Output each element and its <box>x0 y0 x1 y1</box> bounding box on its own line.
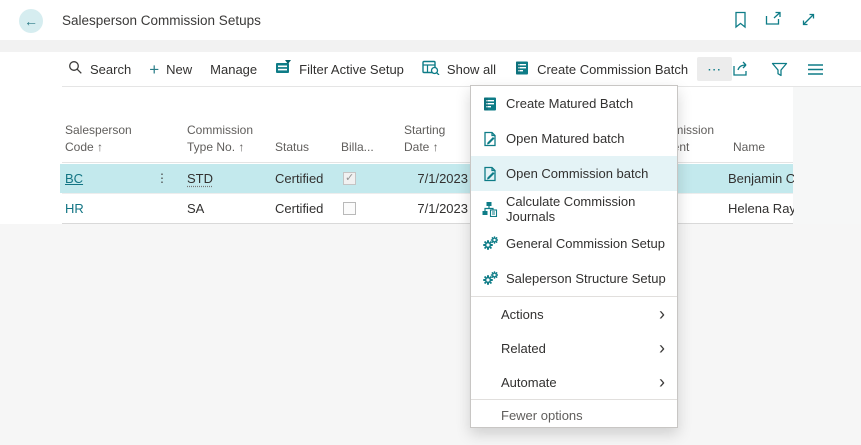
search-icon <box>68 60 83 78</box>
row-context-menu-icon[interactable]: ⋮ <box>155 164 169 193</box>
menu-item-label: Calculate Commission Journals <box>506 194 677 224</box>
cell-status[interactable]: Certified <box>275 194 335 223</box>
new-label: New <box>166 62 192 77</box>
action-toolbar: Search + New Manage Filter Active Setup … <box>0 52 861 86</box>
expand-resize-icon[interactable] <box>800 11 817 29</box>
back-button[interactable]: ← <box>19 9 43 33</box>
gears-icon <box>482 236 498 252</box>
menu-item-calculate-commission-journals[interactable]: Calculate Commission Journals <box>471 191 677 226</box>
column-header-starting-date[interactable]: Starting Date ↑ <box>404 122 462 156</box>
menu-item-actions[interactable]: Actions › <box>471 297 677 331</box>
cell-salesperson-code: BC <box>65 164 145 193</box>
title-bar: ← Salesperson Commission Setups <box>0 0 861 40</box>
grid-header-row: Salesperson Code ↑ Commission Type No. ↑… <box>0 100 861 162</box>
menu-item-label: Actions <box>501 307 544 322</box>
column-header-status[interactable]: Status <box>275 139 335 156</box>
menu-item-label: Create Matured Batch <box>506 96 633 111</box>
show-all-button[interactable]: Show all <box>413 55 505 83</box>
menu-item-saleperson-structure-setup[interactable]: Saleperson Structure Setup <box>471 261 677 296</box>
billable-checkbox[interactable] <box>343 202 356 215</box>
more-options-button[interactable]: ⋯ <box>697 57 732 81</box>
salesperson-code-link[interactable]: BC <box>65 171 83 186</box>
plus-icon: + <box>149 61 159 78</box>
filter-active-setup-label: Filter Active Setup <box>299 62 404 77</box>
column-header-salesperson-code[interactable]: Salesperson Code ↑ <box>65 122 149 156</box>
filter-funnel-icon[interactable] <box>771 62 788 77</box>
back-arrow-icon: ← <box>24 13 38 29</box>
share-icon[interactable] <box>732 61 752 77</box>
column-header-billable[interactable]: Billa... <box>341 139 391 156</box>
cell-starting-date[interactable]: 7/1/2023 <box>404 194 468 223</box>
cell-billable <box>343 194 383 223</box>
create-commission-batch-button[interactable]: Create Commission Batch <box>505 55 697 84</box>
billable-checkbox[interactable] <box>343 172 356 185</box>
manage-button[interactable]: Manage <box>201 57 266 82</box>
grid-bottom-border <box>62 223 793 224</box>
menu-item-open-commission-batch[interactable]: Open Commission batch <box>471 156 677 191</box>
menu-item-open-matured-batch[interactable]: Open Matured batch <box>471 121 677 156</box>
chevron-right-icon: › <box>659 339 665 357</box>
create-commission-batch-label: Create Commission Batch <box>537 62 688 77</box>
cell-name[interactable]: Benjamin Chiu <box>728 164 794 193</box>
cell-commission-type[interactable]: SA <box>187 194 267 223</box>
batch-icon <box>482 96 498 112</box>
menu-item-label: Automate <box>501 375 557 390</box>
page-title: Salesperson Commission Setups <box>62 13 261 28</box>
filter-setup-icon <box>275 60 292 78</box>
menu-item-fewer-options[interactable]: Fewer options <box>471 400 677 431</box>
cell-starting-date[interactable]: 7/1/2023 <box>404 164 468 193</box>
show-all-label: Show all <box>447 62 496 77</box>
page-background-bottom <box>0 224 861 445</box>
cell-billable <box>343 164 383 193</box>
salesperson-code-link[interactable]: HR <box>65 201 84 216</box>
filter-active-setup-button[interactable]: Filter Active Setup <box>266 55 413 83</box>
cell-salesperson-code: HR <box>65 194 145 223</box>
chevron-right-icon: › <box>659 305 665 323</box>
chevron-right-icon: › <box>659 373 665 391</box>
document-edit-icon <box>482 166 498 182</box>
grid-header-border <box>62 162 793 163</box>
show-all-icon <box>422 60 440 78</box>
menu-item-automate[interactable]: Automate › <box>471 365 677 399</box>
cell-commission-type[interactable]: STD <box>187 164 267 193</box>
menu-item-label: Open Commission batch <box>506 166 648 181</box>
hierarchy-icon <box>482 201 498 217</box>
more-options-dropdown-menu: Create Matured Batch Open Matured batch … <box>470 85 678 428</box>
menu-item-label: Saleperson Structure Setup <box>506 271 666 286</box>
manage-label: Manage <box>210 62 257 77</box>
list-options-icon[interactable] <box>807 63 824 76</box>
batch-icon <box>514 60 530 79</box>
menu-item-label: General Commission Setup <box>506 236 665 251</box>
cell-status[interactable]: Certified <box>275 164 335 193</box>
table-row[interactable]: BC ⋮ STD Certified 7/1/2023 Benjamin Chi… <box>60 164 793 193</box>
salesperson-commission-setups-page: ← Salesperson Commission Setups Search +… <box>0 0 861 445</box>
document-edit-icon <box>482 131 498 147</box>
table-row[interactable]: HR SA Certified 7/1/2023 Helena Ray <box>60 194 793 223</box>
menu-item-general-commission-setup[interactable]: General Commission Setup <box>471 226 677 261</box>
cell-name[interactable]: Helena Ray <box>728 194 794 223</box>
menu-item-label: Open Matured batch <box>506 131 625 146</box>
new-button[interactable]: + New <box>140 56 201 83</box>
menu-item-label: Related <box>501 341 546 356</box>
bookmark-icon[interactable] <box>733 11 748 29</box>
column-header-commission-type[interactable]: Commission Type No. ↑ <box>187 122 275 156</box>
open-in-new-window-icon[interactable] <box>765 11 783 29</box>
column-header-name[interactable]: Name <box>733 139 793 156</box>
search-button[interactable]: Search <box>59 55 140 83</box>
menu-item-related[interactable]: Related › <box>471 331 677 365</box>
menu-item-label: Fewer options <box>501 408 583 423</box>
gears-icon <box>482 271 498 287</box>
header-separator-band <box>0 40 861 52</box>
toolbar-divider <box>62 86 861 87</box>
search-label: Search <box>90 62 131 77</box>
menu-item-create-matured-batch[interactable]: Create Matured Batch <box>471 86 677 121</box>
